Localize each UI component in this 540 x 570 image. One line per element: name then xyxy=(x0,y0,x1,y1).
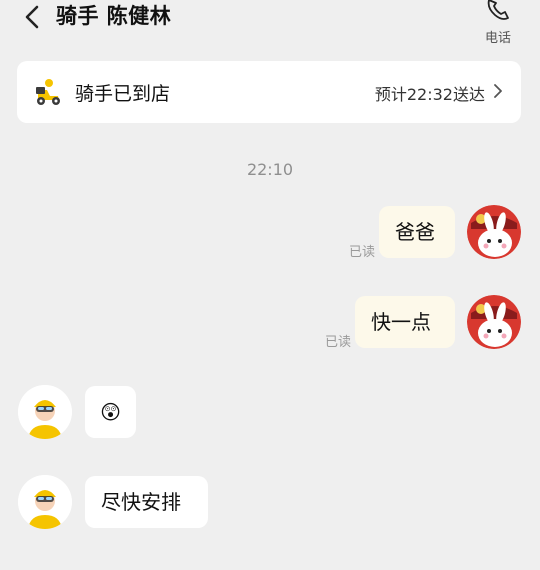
chevron-right-icon xyxy=(494,84,502,98)
rabbit-avatar-icon xyxy=(467,205,521,259)
rider-avatar-icon xyxy=(18,385,72,439)
delivery-scooter-icon xyxy=(36,79,60,105)
phone-icon xyxy=(487,0,509,20)
chevron-left-icon xyxy=(25,5,39,29)
status-text: 骑手已到店 xyxy=(75,83,171,105)
read-receipt: 已读 xyxy=(349,245,376,260)
message-timestamp: 22:10 xyxy=(246,160,294,179)
message-bubble[interactable]: 爸爸 xyxy=(379,206,455,258)
call-label: 电话 xyxy=(484,31,511,46)
message-bubble[interactable]: 尽快安排 xyxy=(85,476,208,528)
rider-avatar[interactable] xyxy=(18,385,72,439)
read-receipt: 已读 xyxy=(325,335,352,350)
user-avatar[interactable] xyxy=(467,295,521,349)
rabbit-avatar-icon xyxy=(467,295,521,349)
emoji-message-bubble[interactable]: 😲 xyxy=(85,386,136,438)
user-avatar[interactable] xyxy=(467,205,521,259)
chat-header: 骑手 陈健林 电话 xyxy=(0,0,540,55)
rider-avatar-icon xyxy=(18,475,72,529)
message-bubble[interactable]: 快一点 xyxy=(355,296,455,348)
delivery-status-card[interactable]: 骑手已到店 预计22:32送达 xyxy=(17,61,521,123)
call-button[interactable]: 电话 xyxy=(476,0,520,46)
back-button[interactable] xyxy=(18,2,48,32)
eta-text: 预计22:32送达 xyxy=(374,85,485,104)
rider-avatar[interactable] xyxy=(18,475,72,529)
page-title: 骑手 陈健林 xyxy=(56,4,172,28)
